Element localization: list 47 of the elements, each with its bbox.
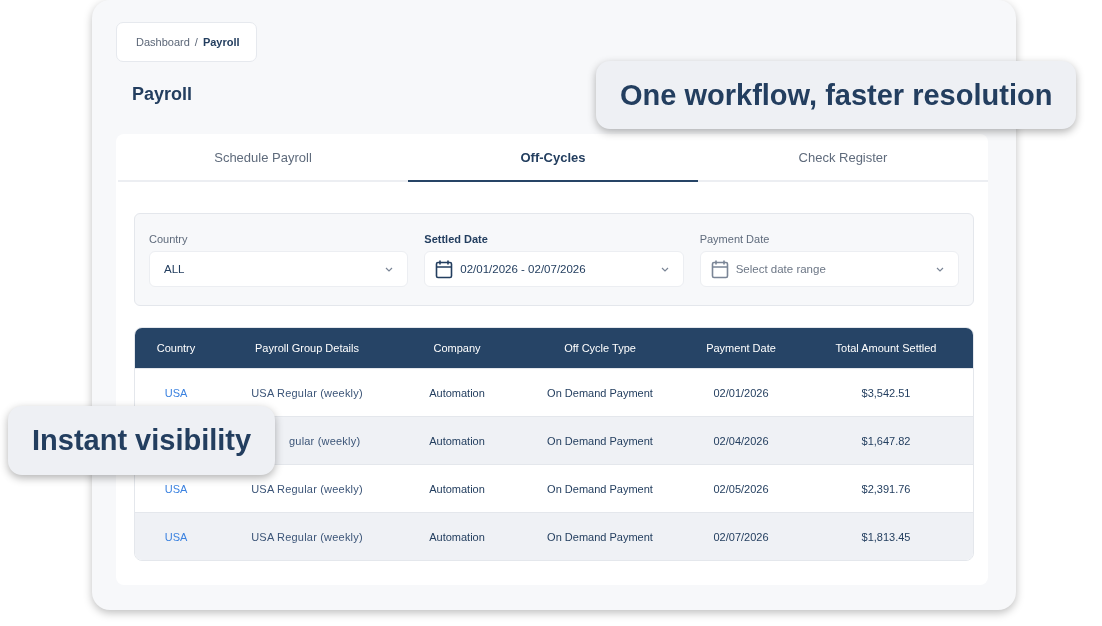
column-header: Off Cycle Type bbox=[563, 342, 637, 354]
table-cell-text: gular (weekly) bbox=[288, 434, 362, 447]
column-header: Company bbox=[432, 342, 482, 354]
tab[interactable]: Schedule Payroll bbox=[118, 134, 408, 182]
page-title: Payroll bbox=[132, 84, 193, 106]
table-cell-text: Automation bbox=[428, 434, 486, 447]
breadcrumb-link[interactable]: Dashboard bbox=[136, 36, 190, 48]
table-cell-text: On Demand Payment bbox=[546, 386, 654, 399]
table-cell-text: 02/04/2026 bbox=[712, 434, 770, 447]
filter-label: Settled Date bbox=[424, 233, 489, 245]
table-cell-text: USA Regular (weekly) bbox=[250, 386, 364, 399]
table-cell-text: $1,813.45 bbox=[860, 530, 912, 543]
callout: One workflow, faster resolution bbox=[596, 61, 1077, 129]
filter-dropdown[interactable]: 02/01/2026 - 02/07/2026 bbox=[424, 251, 684, 287]
callout: Instant visibility bbox=[8, 406, 276, 475]
table-cell-text: 02/01/2026 bbox=[712, 386, 770, 399]
country-link[interactable]: USA bbox=[135, 482, 217, 495]
column-header: Payroll Group Details bbox=[254, 342, 360, 354]
country-link[interactable]: USA bbox=[135, 530, 217, 543]
filter-label: Country bbox=[149, 233, 189, 245]
table-cell-text: 02/07/2026 bbox=[712, 530, 770, 543]
column-header: Total Amount Settled bbox=[834, 342, 938, 354]
column-header: Country bbox=[155, 342, 197, 354]
table-cell-text: USA Regular (weekly) bbox=[250, 482, 364, 495]
tab[interactable]: Check Register bbox=[698, 134, 988, 182]
filter-dropdown[interactable]: Select date range bbox=[699, 251, 959, 287]
table-cell-text: On Demand Payment bbox=[546, 530, 654, 543]
table-cell-text: Automation bbox=[428, 482, 486, 495]
column-header: Payment Date bbox=[705, 342, 777, 354]
table-cell-text: 02/05/2026 bbox=[712, 482, 770, 495]
country-link[interactable]: USA bbox=[135, 386, 217, 399]
chevron-down-icon bbox=[936, 266, 944, 272]
table-cell-text: $1,647.82 bbox=[860, 434, 912, 447]
table-cell-text: $3,542.51 bbox=[860, 386, 912, 399]
breadcrumb-separator: / bbox=[194, 36, 198, 48]
table-cell-text: On Demand Payment bbox=[546, 482, 654, 495]
filter-dropdown[interactable]: ALL bbox=[149, 251, 409, 287]
table-cell-text: On Demand Payment bbox=[546, 434, 654, 447]
tab[interactable]: Off-Cycles bbox=[408, 134, 698, 182]
table-cell-text: Automation bbox=[428, 386, 486, 399]
filter-label: Payment Date bbox=[699, 233, 771, 245]
table-cell-text: $2,391.76 bbox=[860, 482, 912, 495]
table-cell-text: USA Regular (weekly) bbox=[250, 530, 364, 543]
chevron-down-icon bbox=[660, 266, 669, 272]
chevron-down-icon bbox=[385, 266, 394, 272]
breadcrumb-current: Payroll bbox=[202, 36, 240, 48]
table-cell-text: Automation bbox=[428, 530, 486, 543]
